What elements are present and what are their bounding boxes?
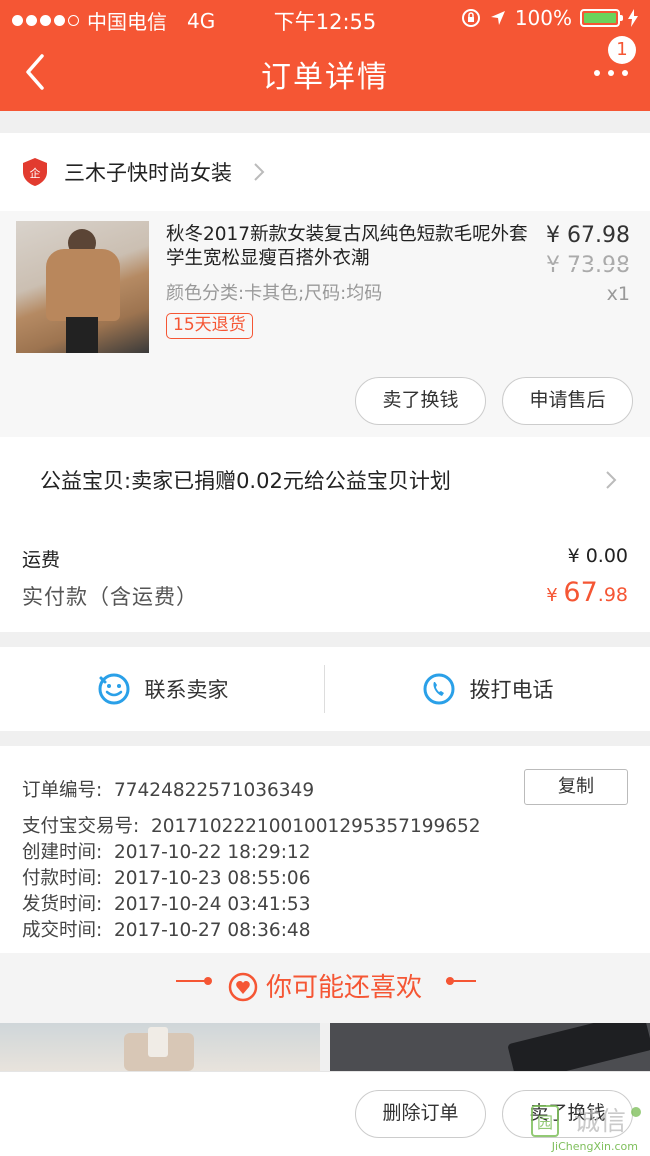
paid-integer: 67 [563, 577, 598, 608]
charity-text[interactable]: 公益宝贝:卖家已捐赠0.02元给公益宝贝计划 [40, 465, 451, 495]
recommend-title: 你可能还喜欢 [0, 967, 650, 1004]
product-thumbnail[interactable] [16, 221, 149, 353]
product-title[interactable]: 秋冬2017新款女装复古风纯色短款毛呢外套学生宽松显瘦百搭外衣潮 [166, 223, 538, 271]
shop-name[interactable]: 三木子快时尚女装 [64, 157, 232, 187]
notification-badge[interactable]: 1 [608, 36, 636, 64]
contact-seller-label[interactable]: 联系卖家 [145, 674, 229, 704]
contact-bar: 联系卖家 拨打电话 [0, 647, 650, 731]
decor-line-right [446, 980, 476, 982]
call-phone-label[interactable]: 拨打电话 [470, 674, 554, 704]
alipay-trade-number: 支付宝交易号: 2017102221001001295357199652 [22, 816, 481, 837]
page-title: 订单详情 [261, 60, 389, 95]
status-right: 100% [461, 6, 638, 30]
resell-button[interactable]: 卖了换钱 [355, 377, 486, 425]
payment-summary: 运费 ¥ 0.00 实付款（含运费） ¥ 67.98 [0, 523, 650, 632]
product-spec: 颜色分类:卡其色;尺码:均码 [166, 283, 383, 304]
order-number: 订单编号: 77424822571036349 [22, 780, 315, 801]
shop-badge-icon: 企 [23, 158, 47, 186]
heart-icon [228, 972, 258, 1002]
shipped-time: 发货时间: 2017-10-24 03:41:53 [22, 894, 311, 915]
recommend-header: 你可能还喜欢 [0, 953, 650, 1023]
created-time: 创建时间: 2017-10-22 18:29:12 [22, 842, 311, 863]
paid-label: 实付款（含运费） [22, 585, 198, 609]
paid-time: 付款时间: 2017-10-23 08:55:06 [22, 868, 311, 889]
product-item[interactable]: 秋冬2017新款女装复古风纯色短款毛呢外套学生宽松显瘦百搭外衣潮 颜色分类:卡其… [0, 211, 650, 437]
status-bar: 中国电信 4G 下午12:55 100% [0, 0, 650, 36]
order-info: 订单编号: 77424822571036349 复制 支付宝交易号: 20171… [0, 746, 650, 953]
svg-text:园: 园 [537, 1113, 553, 1132]
paid-decimal: .98 [597, 584, 628, 606]
contact-seller-button[interactable]: 联系卖家 [0, 647, 325, 731]
battery-icon [580, 9, 623, 27]
charging-bolt-icon [628, 9, 638, 27]
charity-row[interactable]: 公益宝贝:卖家已捐赠0.02元给公益宝贝计划 [0, 437, 650, 523]
watermark-text: JiChengXin.com [551, 1140, 638, 1153]
chat-face-icon [98, 673, 129, 705]
location-arrow-icon [490, 11, 505, 25]
svg-text:诚信: 诚信 [574, 1107, 626, 1137]
phone-icon [423, 673, 454, 705]
delete-order-button[interactable]: 删除订单 [355, 1090, 486, 1138]
copy-button[interactable]: 复制 [524, 769, 628, 805]
product-quantity: x1 [606, 283, 630, 305]
battery-percent: 100% [514, 6, 572, 30]
svg-text:企: 企 [30, 166, 41, 180]
chevron-right-icon [606, 471, 617, 489]
paid-amount: ¥ 67.98 [546, 577, 628, 608]
call-phone-button[interactable]: 拨打电话 [325, 647, 650, 731]
shop-row[interactable]: 企 三木子快时尚女装 [0, 133, 650, 211]
battery-level-fill [584, 13, 616, 23]
chevron-right-icon [254, 163, 265, 181]
decor-line-left [176, 980, 206, 982]
completed-time: 成交时间: 2017-10-27 08:36:48 [22, 920, 311, 941]
shipping-value: ¥ 0.00 [567, 545, 628, 567]
product-price: ¥ 67.98 [546, 223, 630, 248]
return-policy-tag: 15天退货 [166, 313, 253, 339]
app-header: 中国电信 4G 下午12:55 100% 订单详情 1 [0, 0, 650, 111]
recommend-title-text: 你可能还喜欢 [265, 973, 422, 1003]
after-sale-button[interactable]: 申请售后 [502, 377, 633, 425]
recommend-item-image[interactable] [330, 1023, 650, 1071]
shipping-label: 运费 [22, 549, 61, 571]
recommend-item-image[interactable] [0, 1023, 320, 1071]
product-original-price: ¥ 73.98 [546, 253, 630, 278]
paid-currency: ¥ [546, 585, 564, 606]
rotation-lock-icon [461, 9, 480, 27]
decor-dot-left [204, 977, 212, 985]
